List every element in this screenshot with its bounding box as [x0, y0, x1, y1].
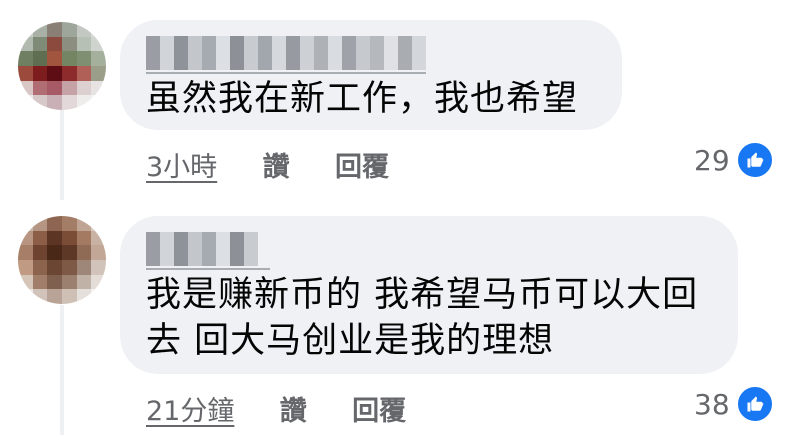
comment-text-line: 虽然我在新工作，我也希望: [146, 79, 579, 119]
comment-text-line: 去 回大马创业是我的理想: [146, 321, 555, 361]
commenter-name[interactable]: [146, 232, 258, 266]
reply-button[interactable]: 回覆: [335, 152, 389, 183]
avatar[interactable]: [18, 216, 106, 304]
comment-timestamp[interactable]: 21分鐘: [146, 396, 234, 427]
comment-text-line: 我是赚新币的 我希望马币可以大回: [146, 275, 699, 315]
reaction-summary[interactable]: 38: [694, 385, 774, 423]
reaction-summary[interactable]: 29: [694, 141, 774, 179]
thread-line: [60, 110, 64, 200]
reaction-count: 29: [694, 143, 730, 177]
like-button[interactable]: 讚: [263, 152, 290, 183]
thumbs-up-icon: [735, 385, 774, 423]
comment-actions: 21分鐘 讚 回覆: [146, 389, 442, 428]
avatar[interactable]: [18, 22, 106, 110]
like-button[interactable]: 讚: [280, 396, 307, 427]
name-underline: [146, 72, 426, 74]
thread-line: [60, 305, 64, 435]
commenter-name[interactable]: [146, 36, 426, 70]
comment-text: 虽然我在新工作，我也希望: [146, 76, 578, 122]
reply-button[interactable]: 回覆: [352, 396, 406, 427]
reaction-count: 38: [694, 387, 730, 421]
comment-actions: 3小時 讚 回覆: [146, 145, 425, 184]
thumbs-up-icon: [735, 141, 774, 179]
comment-text: 我是赚新币的 我希望马币可以大回 去 回大马创业是我的理想: [146, 272, 698, 364]
comment-timestamp[interactable]: 3小時: [146, 152, 217, 183]
name-underline: [146, 268, 270, 270]
